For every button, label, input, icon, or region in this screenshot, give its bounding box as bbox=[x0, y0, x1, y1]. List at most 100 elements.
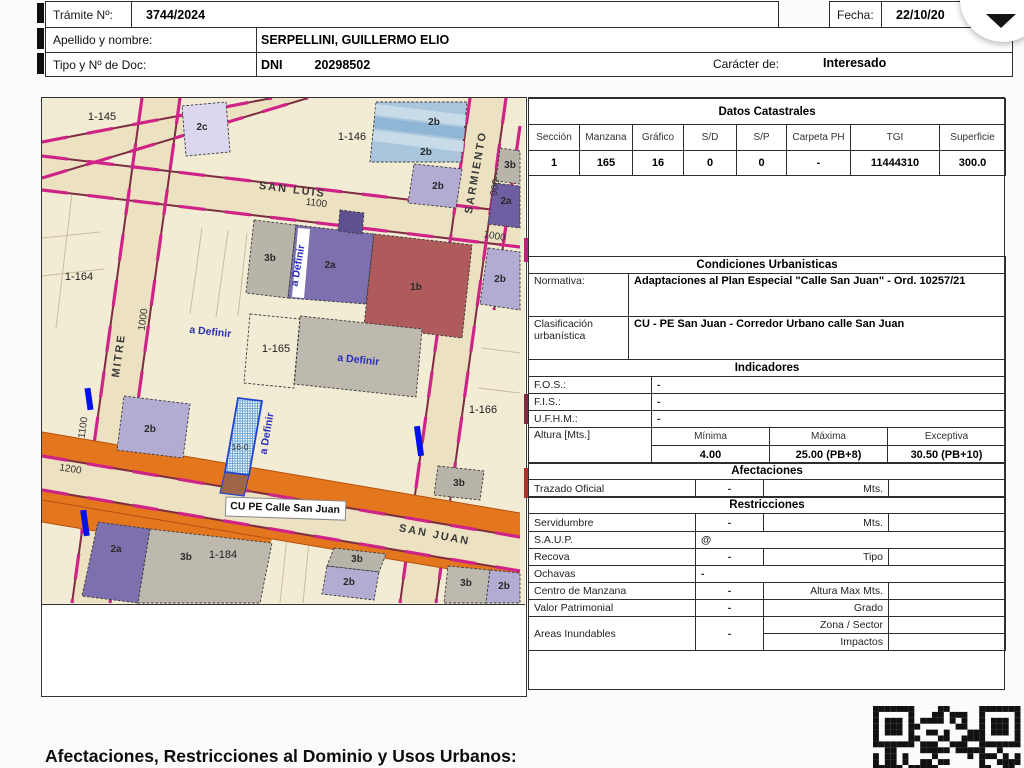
servidumbre-value: - bbox=[696, 514, 764, 532]
header-person-box: Apellido y nombre: SERPELLINI, GUILLERMO… bbox=[45, 27, 1013, 77]
fis-value: - bbox=[652, 394, 1006, 411]
ochavas-label: Ochavas bbox=[529, 566, 696, 583]
map-label: 1-146 bbox=[338, 131, 366, 143]
col-header: Manzana bbox=[580, 125, 633, 151]
valor-value: - bbox=[696, 600, 764, 617]
trazado-value: - bbox=[696, 480, 764, 498]
altura-min-value: 4.00 bbox=[652, 446, 770, 464]
ufhm-label: U.F.H.M.: bbox=[529, 411, 652, 428]
recova-label: Recova bbox=[529, 549, 696, 566]
header-row-tramite: Trámite Nº: 3744/2024 bbox=[45, 1, 779, 28]
areas-label: Areas Inundables bbox=[529, 617, 696, 651]
cell-manzana: 165 bbox=[580, 151, 633, 176]
map-label: 3b bbox=[460, 578, 472, 589]
servidumbre-blank bbox=[889, 514, 1006, 532]
areas-unit2: Impactos bbox=[764, 634, 889, 651]
clasificacion-label: Clasificación urbanística bbox=[529, 317, 629, 360]
cell-sp: 0 bbox=[737, 151, 787, 176]
map-label: 2a bbox=[324, 260, 336, 271]
fecha-value: 22/10/20 bbox=[882, 8, 945, 22]
map-label: 1-145 bbox=[88, 111, 116, 123]
map-label: 2b bbox=[144, 424, 156, 435]
map-label: 1-184 bbox=[209, 549, 237, 561]
map-label: 1-164 bbox=[65, 271, 93, 283]
servidumbre-unit: Mts. bbox=[764, 514, 889, 532]
cell-tgi: 11444310 bbox=[851, 151, 940, 176]
centro-blank bbox=[889, 583, 1006, 600]
col-header: TGI bbox=[851, 125, 940, 151]
trazado-blank bbox=[889, 480, 1006, 498]
datos-title: Datos Catastrales bbox=[529, 99, 1006, 125]
footer-title: Afectaciones, Restricciones al Dominio y… bbox=[45, 746, 517, 767]
doc-numero: 20298502 bbox=[283, 58, 371, 72]
cell-superficie: 300.0 bbox=[940, 151, 1006, 176]
map-label: 2b bbox=[498, 581, 510, 592]
datos-catastrales-table: Datos Catastrales Sección Manzana Gráfic… bbox=[528, 98, 1006, 176]
apellido-label: Apellido y nombre: bbox=[46, 33, 256, 47]
servidumbre-label: Servidumbre bbox=[529, 514, 696, 532]
col-header: Superficie bbox=[940, 125, 1006, 151]
col-header: S/D bbox=[684, 125, 737, 151]
centro-label: Centro de Manzana bbox=[529, 583, 696, 600]
restricciones-title: Restricciones bbox=[529, 497, 1006, 514]
normativa-label: Normativa: bbox=[529, 274, 629, 317]
map-label: 2a bbox=[110, 544, 122, 555]
areas-value: - bbox=[696, 617, 764, 651]
recova-blank bbox=[889, 549, 1006, 566]
tramite-value: 3744/2024 bbox=[132, 8, 205, 22]
cell-grafico: 16 bbox=[633, 151, 684, 176]
scan-tick bbox=[37, 53, 44, 74]
altura-min-header: Mínima bbox=[652, 428, 770, 446]
altura-max-value: 25.00 (PB+8) bbox=[770, 446, 888, 464]
map-label: 1-166 bbox=[469, 404, 497, 416]
map-label: 2b bbox=[343, 577, 355, 588]
valor-blank bbox=[889, 600, 1006, 617]
recova-value: - bbox=[696, 549, 764, 566]
header-row-apellido: Apellido y nombre: SERPELLINI, GUILLERMO… bbox=[46, 28, 1012, 53]
scan-tick bbox=[37, 3, 44, 23]
doc-label: Tipo y Nº de Doc: bbox=[46, 58, 256, 72]
afectaciones-table: Afectaciones Trazado Oficial - Mts. bbox=[528, 462, 1006, 498]
col-header: Sección bbox=[529, 125, 580, 151]
normativa-value: Adaptaciones al Plan Especial "Calle San… bbox=[629, 274, 1006, 317]
caracter-label: Carácter de: bbox=[713, 57, 779, 71]
apellido-value: SERPELLINI, GUILLERMO ELIO bbox=[256, 33, 449, 47]
col-header: S/P bbox=[737, 125, 787, 151]
altura-exc-value: 30.50 (PB+10) bbox=[888, 446, 1006, 464]
map-label: 1-165 bbox=[262, 343, 290, 355]
qr-code bbox=[873, 706, 1021, 768]
cell-sd: 0 bbox=[684, 151, 737, 176]
valor-unit: Grado bbox=[764, 600, 889, 617]
areas-blank1 bbox=[889, 617, 1006, 634]
indicadores-table: Indicadores F.O.S.: - F.I.S.: - U.F.H.M.… bbox=[528, 359, 1006, 464]
tramite-label: Trámite Nº: bbox=[46, 2, 132, 27]
ochavas-value: - bbox=[696, 566, 1006, 583]
saup-label: S.A.U.P. bbox=[529, 532, 696, 549]
cadastral-data-panel: Datos Catastrales Sección Manzana Gráfic… bbox=[528, 97, 1005, 690]
cadastral-map: SAN LUISMITRESARMIENTOSAN JUAN1100100090… bbox=[42, 98, 525, 605]
map-label: 3b bbox=[504, 160, 516, 171]
altura-label: Altura [Mts.] bbox=[529, 428, 652, 464]
centro-unit: Altura Max Mts. bbox=[764, 583, 889, 600]
col-header: Gráfico bbox=[633, 125, 684, 151]
indicadores-title: Indicadores bbox=[529, 360, 1006, 377]
document-page: Trámite Nº: 3744/2024 Fecha: 22/10/20 Ap… bbox=[0, 0, 1024, 768]
map-label: 3b bbox=[264, 253, 276, 264]
saup-value: @ bbox=[696, 532, 1006, 549]
map-label: 16-0 bbox=[231, 442, 248, 452]
cell-carpeta: - bbox=[787, 151, 851, 176]
valor-label: Valor Patrimonial bbox=[529, 600, 696, 617]
map-label: 2b bbox=[428, 117, 440, 128]
afectaciones-title: Afectaciones bbox=[529, 463, 1006, 480]
ufhm-value: - bbox=[652, 411, 1006, 428]
map-label: 2c bbox=[196, 122, 208, 133]
fecha-label: Fecha: bbox=[830, 2, 882, 27]
fis-label: F.I.S.: bbox=[529, 394, 652, 411]
cell-seccion: 1 bbox=[529, 151, 580, 176]
scan-tick bbox=[37, 28, 44, 49]
recova-unit: Tipo bbox=[764, 549, 889, 566]
header-row-doc: Tipo y Nº de Doc: DNI 20298502 Carácter … bbox=[46, 53, 1012, 77]
cadastral-map-panel: SAN LUISMITRESARMIENTOSAN JUAN1100100090… bbox=[41, 97, 527, 697]
condiciones-table: Condiciones Urbanisticas Normativa: Adap… bbox=[528, 256, 1006, 360]
map-label: 3b bbox=[351, 554, 363, 565]
